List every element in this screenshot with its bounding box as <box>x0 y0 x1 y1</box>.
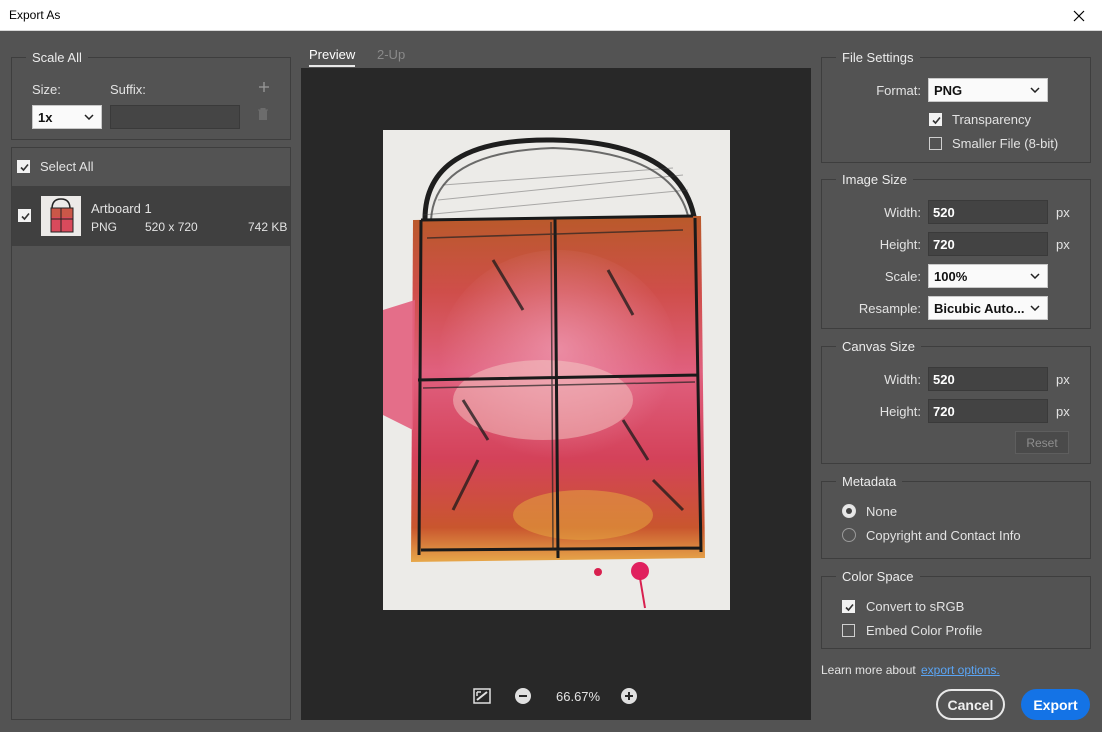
image-width-label: Width: <box>884 205 921 220</box>
image-width-input[interactable]: 520 <box>928 200 1048 224</box>
title-bar: Export As <box>0 0 1102 31</box>
cancel-button[interactable]: Cancel <box>936 689 1005 720</box>
canvas-width-value: 520 <box>933 371 955 387</box>
scale-dropdown-value: 100% <box>934 268 968 284</box>
suffix-label: Suffix: <box>110 82 146 97</box>
artboard-file-size: 742 KB <box>248 220 288 234</box>
chevron-down-icon <box>1030 87 1040 93</box>
size-dropdown[interactable]: 1x <box>32 105 102 129</box>
scale-dropdown[interactable]: 100% <box>928 264 1048 288</box>
image-width-unit: px <box>1056 205 1070 220</box>
resample-dropdown-value: Bicubic Auto... <box>934 300 1025 316</box>
image-width-value: 520 <box>933 204 955 220</box>
color-space-label: Color Space <box>836 569 920 584</box>
cancel-button-label: Cancel <box>947 696 994 713</box>
transparency-label: Transparency <box>952 112 1031 127</box>
select-all-checkbox[interactable] <box>17 160 30 173</box>
size-dropdown-value: 1x <box>38 109 53 125</box>
image-height-value: 720 <box>933 236 955 252</box>
scale-label: Scale: <box>884 269 921 284</box>
convert-srgb-checkbox[interactable] <box>842 600 855 613</box>
suffix-input[interactable] <box>110 105 240 129</box>
canvas-height-unit: px <box>1056 404 1070 419</box>
zoom-level: 66.67% <box>556 689 601 704</box>
canvas-size-label: Canvas Size <box>836 339 921 354</box>
delete-scale-button[interactable] <box>258 108 270 122</box>
file-settings-label: File Settings <box>836 50 920 65</box>
embed-profile-checkbox[interactable] <box>842 624 855 637</box>
image-height-label: Height: <box>879 237 921 252</box>
preview-canvas: 66.67% <box>301 68 811 720</box>
metadata-copyright-radio[interactable] <box>842 528 856 542</box>
format-label: Format: <box>876 83 921 98</box>
reset-button-label: Reset <box>1026 435 1058 450</box>
reset-button[interactable]: Reset <box>1015 431 1069 454</box>
metadata-group <box>821 481 1091 559</box>
zoom-in-icon <box>621 688 637 704</box>
image-height-unit: px <box>1056 237 1070 252</box>
embed-profile-label: Embed Color Profile <box>866 623 983 638</box>
smaller-file-checkbox[interactable] <box>929 137 942 150</box>
add-scale-button[interactable] <box>257 80 271 94</box>
tab-preview-label: Preview <box>309 47 356 62</box>
tab-2up-label: 2-Up <box>377 47 406 62</box>
plus-icon <box>259 82 269 92</box>
artboard-format: PNG <box>91 220 118 234</box>
artboard-name: Artboard 1 <box>91 201 152 216</box>
tab-2up[interactable]: 2-Up <box>377 47 405 62</box>
export-button-label: Export <box>1033 696 1078 713</box>
select-all-label: Select All <box>40 159 94 174</box>
artboard-checkbox[interactable] <box>18 209 31 222</box>
transparency-checkbox[interactable] <box>929 113 942 126</box>
canvas-width-unit: px <box>1056 372 1070 387</box>
tab-preview[interactable]: Preview <box>309 47 356 67</box>
close-button[interactable] <box>1056 0 1102 31</box>
size-label: Size: <box>32 82 61 97</box>
artboard-dimensions: 520 x 720 <box>145 220 198 234</box>
canvas-height-label: Height: <box>879 404 921 419</box>
zoom-in-button[interactable] <box>621 688 637 704</box>
chevron-down-icon <box>84 114 94 120</box>
export-button[interactable]: Export <box>1021 689 1090 720</box>
metadata-none-label: None <box>866 504 898 519</box>
metadata-label: Metadata <box>836 474 903 489</box>
scale-all-label: Scale All <box>26 50 88 65</box>
convert-srgb-label: Convert to sRGB <box>866 599 965 614</box>
image-size-label: Image Size <box>836 172 914 187</box>
trash-icon <box>258 108 268 120</box>
canvas-width-label: Width: <box>884 372 921 387</box>
canvas-width-input[interactable]: 520 <box>928 367 1048 391</box>
canvas-height-value: 720 <box>933 403 955 419</box>
artboard-row[interactable]: Artboard 1 PNG 520 x 720 742 KB <box>12 186 290 246</box>
artboard-preview-image <box>383 130 730 610</box>
resample-label: Resample: <box>858 301 921 316</box>
window-title: Export As <box>9 8 61 22</box>
fit-screen-icon <box>473 688 491 704</box>
chevron-down-icon <box>1030 305 1040 311</box>
zoom-out-icon <box>515 688 531 704</box>
artboard-thumbnail <box>41 196 81 236</box>
learn-more-text: Learn more about <box>821 663 916 677</box>
smaller-file-label: Smaller File (8-bit) <box>952 136 1059 151</box>
format-dropdown-value: PNG <box>934 82 963 98</box>
fit-to-view-button[interactable] <box>473 688 491 704</box>
zoom-out-button[interactable] <box>515 688 531 704</box>
canvas-height-input[interactable]: 720 <box>928 399 1048 423</box>
chevron-down-icon <box>1030 273 1040 279</box>
close-icon <box>1073 10 1085 21</box>
metadata-none-radio[interactable] <box>842 504 856 518</box>
image-height-input[interactable]: 720 <box>928 232 1048 256</box>
export-options-link[interactable]: export options. <box>921 663 1000 677</box>
metadata-copyright-label: Copyright and Contact Info <box>866 528 1021 543</box>
format-dropdown[interactable]: PNG <box>928 78 1048 102</box>
resample-dropdown[interactable]: Bicubic Auto... <box>928 296 1048 320</box>
tab-active-indicator <box>309 65 356 67</box>
